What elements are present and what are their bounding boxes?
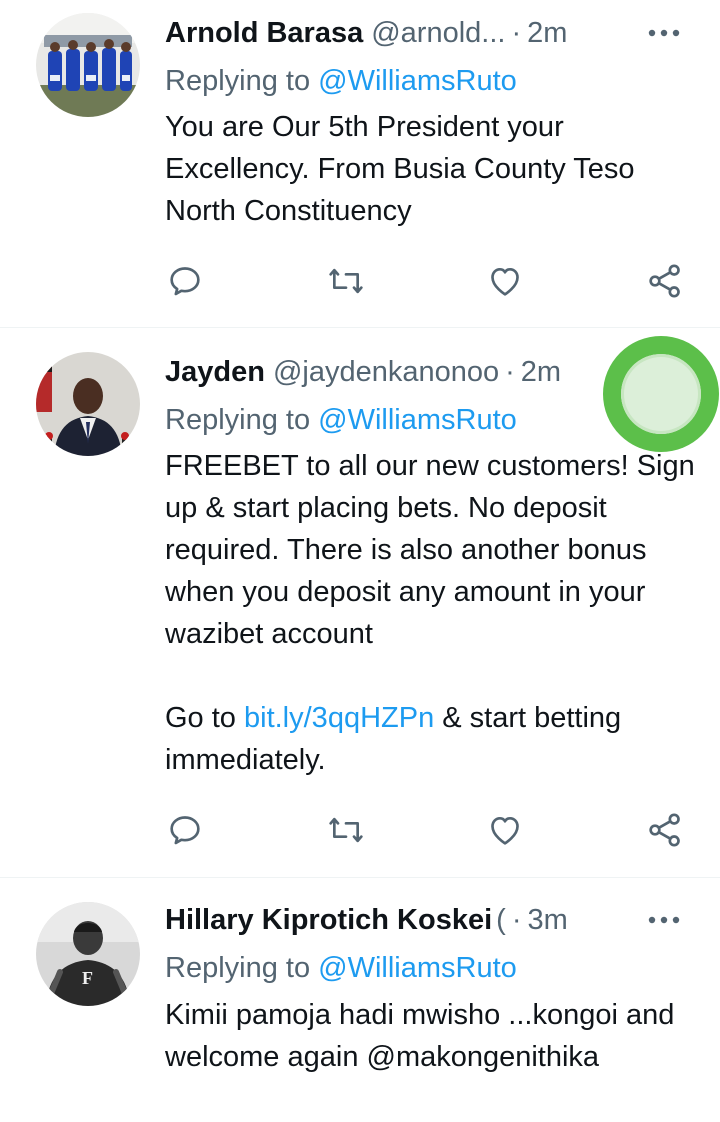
avatar-photo (36, 352, 140, 456)
replying-to-mention[interactable]: @WilliamsRuto (318, 404, 517, 436)
touch-indicator-center (621, 354, 701, 434)
avatar[interactable] (36, 352, 140, 456)
replying-to: Replying to @WilliamsRuto (165, 948, 517, 988)
separator-dot: · (511, 903, 522, 936)
retweet-icon[interactable] (326, 261, 366, 301)
display-name[interactable]: Jayden (165, 356, 265, 389)
svg-text:F: F (82, 968, 93, 988)
tweet-hillary-kiprotich-koskei[interactable]: F Hillary Kiprotich Koskei ( · 3m Replyi… (0, 878, 720, 1122)
display-name[interactable]: Arnold Barasa (165, 17, 363, 50)
more-icon[interactable] (644, 13, 684, 53)
replying-to: Replying to @WilliamsRuto (165, 61, 517, 101)
tweet-text: You are Our 5th President your Excellenc… (165, 111, 643, 227)
replying-to-mention[interactable]: @WilliamsRuto (318, 952, 517, 984)
replying-prefix: Replying to (165, 65, 319, 97)
replying-prefix: Replying to (165, 952, 319, 984)
reply-icon[interactable] (165, 261, 205, 301)
separator-dot: · (505, 355, 515, 388)
display-name[interactable]: Hillary Kiprotich Koskei (165, 904, 492, 937)
tweet-link[interactable]: bit.ly/3qqHZPn (244, 702, 434, 734)
tweet-text-go-prefix: Go to (165, 702, 244, 734)
replying-prefix: Replying to (165, 404, 319, 436)
retweet-icon[interactable] (326, 810, 366, 850)
tweet-header: Hillary Kiprotich Koskei ( · 3m (165, 900, 684, 940)
touch-indicator (603, 336, 719, 452)
user-handle[interactable]: @arnold... (371, 17, 505, 50)
avatar-photo (36, 13, 140, 117)
replying-to: Replying to @WilliamsRuto (165, 400, 517, 440)
tweet-text: Kimii pamoja hadi mwisho ...kongoi and w… (165, 999, 683, 1073)
avatar[interactable] (36, 13, 140, 117)
replying-to-mention[interactable]: @WilliamsRuto (318, 65, 517, 97)
more-icon[interactable] (644, 900, 684, 940)
avatar[interactable]: F (36, 902, 140, 1006)
share-icon[interactable] (645, 261, 685, 301)
tweet-text: FREEBET to all our new customers! Sign u… (165, 445, 700, 781)
timestamp[interactable]: 2m (521, 356, 561, 389)
share-icon[interactable] (645, 810, 685, 850)
timestamp[interactable]: 2m (527, 17, 567, 50)
heart-icon[interactable] (485, 261, 525, 301)
reply-icon[interactable] (165, 810, 205, 850)
heart-icon[interactable] (485, 810, 525, 850)
separator-dot: · (511, 16, 522, 49)
avatar-photo: F (36, 902, 140, 1006)
tweet-actions (165, 261, 687, 301)
tweet-header: Arnold Barasa @arnold... · 2m (165, 13, 684, 53)
timestamp[interactable]: 3m (528, 904, 568, 937)
user-handle[interactable]: @jaydenkanonoo (273, 356, 499, 389)
tweet-text-main: FREEBET to all our new customers! Sign u… (165, 450, 703, 650)
user-handle[interactable]: ( (496, 904, 506, 937)
tweet-arnold-barasa[interactable]: Arnold Barasa @arnold... · 2m Replying t… (0, 0, 720, 328)
tweet-actions (165, 810, 687, 850)
